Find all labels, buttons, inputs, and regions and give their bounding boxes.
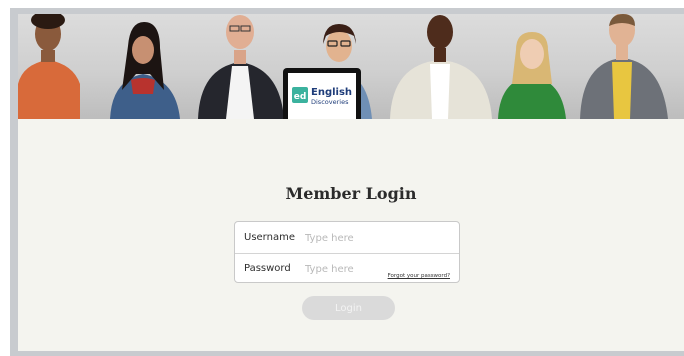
password-row: Password Forgot your password? bbox=[235, 253, 459, 284]
username-row: Username bbox=[235, 222, 459, 254]
person-6 bbox=[498, 32, 566, 119]
forgot-password-link[interactable]: Forgot your password? bbox=[388, 273, 450, 279]
logo-mark: ed bbox=[294, 92, 307, 102]
username-input[interactable] bbox=[305, 229, 445, 247]
login-button[interactable]: Login bbox=[302, 296, 395, 320]
person-1 bbox=[18, 14, 80, 119]
page-title: Member Login bbox=[285, 184, 417, 203]
login-form: Username Password Forgot your password? bbox=[234, 221, 460, 283]
person-2 bbox=[110, 22, 180, 119]
logo-line2: Discoveries bbox=[311, 98, 349, 106]
password-label: Password bbox=[244, 263, 291, 274]
tablet-logo: ed English Discoveries bbox=[283, 68, 361, 119]
login-page: ed English Discoveries Member Login User… bbox=[18, 14, 684, 351]
person-7 bbox=[580, 14, 668, 119]
banner-people-image: ed English Discoveries bbox=[18, 14, 668, 119]
banner: ed English Discoveries bbox=[18, 14, 684, 119]
logo-line1: English bbox=[311, 87, 352, 98]
username-label: Username bbox=[244, 232, 295, 243]
person-3 bbox=[198, 15, 284, 119]
person-5 bbox=[390, 15, 492, 119]
